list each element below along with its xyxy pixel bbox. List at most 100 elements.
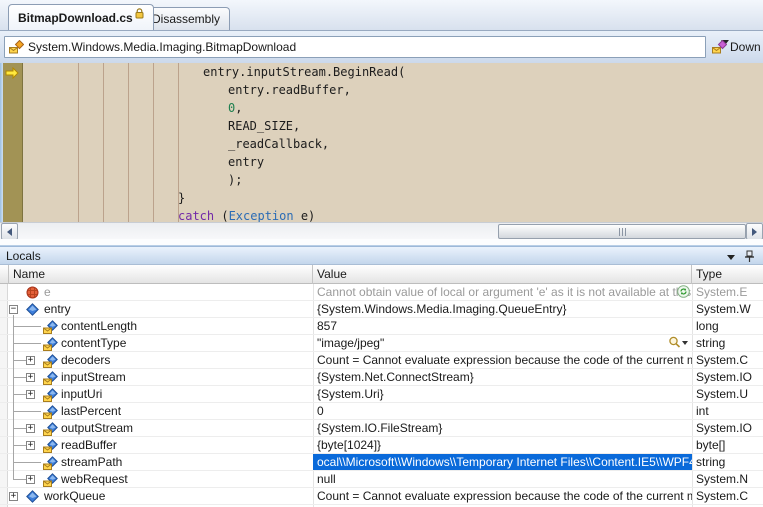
horizontal-scrollbar[interactable] <box>0 222 763 239</box>
expand-icon[interactable]: + <box>9 492 18 501</box>
code-editor[interactable]: entry.inputStream.BeginRead( entry.readBu… <box>0 63 763 222</box>
name-cell: + workQueue <box>9 488 313 504</box>
name-cell: − entry <box>9 301 313 317</box>
variable-name: streamPath <box>61 454 122 470</box>
navigation-bar: System.Windows.Media.Imaging.BitmapDownl… <box>0 30 763 63</box>
type-cell: System.C <box>692 488 763 504</box>
value-cell[interactable]: 857 <box>313 318 692 334</box>
scrollbar-thumb[interactable] <box>498 224 746 239</box>
type-cell: System.IO <box>692 420 763 436</box>
value-cell[interactable]: {System.Net.ConnectStream} <box>313 369 692 385</box>
private-field-icon <box>43 354 58 368</box>
expand-icon[interactable]: + <box>26 373 35 382</box>
tree-line <box>13 428 26 429</box>
lock-icon <box>135 8 144 19</box>
locals-row-inputStream[interactable]: +inputStream{System.Net.ConnectStream}Sy… <box>0 369 763 386</box>
name-cell: + decoders <box>9 352 313 368</box>
private-field-icon <box>43 388 58 402</box>
types-dropdown[interactable]: System.Windows.Media.Imaging.BitmapDownl… <box>4 36 706 58</box>
refresh-icon[interactable] <box>677 285 690 300</box>
locals-row-contentType[interactable]: contentType "image/jpeg"string <box>0 335 763 352</box>
type-cell: System.E <box>692 284 763 300</box>
value-cell[interactable]: {System.Windows.Media.Imaging.QueueEntry… <box>313 301 692 317</box>
window-position-menu-icon[interactable] <box>727 255 735 260</box>
code-line: entry.inputStream.BeginRead( <box>203 65 405 80</box>
locals-row-streamPath[interactable]: streamPath ocal\\Microsoft\\Windows\\Temp… <box>0 454 763 471</box>
expand-icon[interactable]: + <box>26 475 35 484</box>
right-arrow-icon <box>752 228 757 236</box>
type-cell: System.C <box>692 352 763 368</box>
expand-icon[interactable]: + <box>26 390 35 399</box>
column-header-type[interactable]: Type <box>692 265 763 284</box>
variable-name: contentType <box>61 335 126 351</box>
variable-name: entry <box>44 301 71 317</box>
locals-row-workQueue[interactable]: + workQueue Count = Cannot evaluate expres… <box>0 488 763 505</box>
type-cell: System.N <box>692 471 763 487</box>
tab-label: Disassembly <box>152 12 220 26</box>
value-cell[interactable]: 0 <box>313 403 692 419</box>
expand-icon[interactable]: + <box>26 424 35 433</box>
value-cell[interactable]: {byte[1024]} <box>313 437 692 453</box>
code-line: 0, <box>228 101 242 116</box>
tree-line <box>13 326 41 327</box>
code-line: } <box>178 191 185 206</box>
locals-row-outputStream[interactable]: +outputStream{System.IO.FileStream}Syste… <box>0 420 763 437</box>
value-cell[interactable]: Count = Cannot evaluate expression becau… <box>313 352 692 368</box>
locals-row-e[interactable]: e Cannot obtain value of local or argumen… <box>0 284 763 301</box>
document-tabstrip: BitmapDownload.cs Disassembly <box>0 0 763 30</box>
locals-row-decoders[interactable]: + decoders Count = Cannot evaluate express… <box>0 352 763 369</box>
scroll-right-button[interactable] <box>746 223 763 240</box>
type-cell: string <box>692 335 763 351</box>
value-cell[interactable]: Cannot obtain value of local or argument… <box>313 284 692 300</box>
column-header-value[interactable]: Value <box>313 265 692 284</box>
left-arrow-icon <box>7 228 12 236</box>
locals-row-readBuffer[interactable]: +readBuffer{byte[1024]}byte[] <box>0 437 763 454</box>
tab-disassembly[interactable]: Disassembly <box>142 7 230 30</box>
private-field-icon <box>43 473 58 487</box>
locals-grid-header: Name Value Type <box>0 265 763 284</box>
locals-row-inputUri[interactable]: +inputUri{System.Uri}System.U <box>0 386 763 403</box>
name-cell: contentType <box>9 335 313 351</box>
tab-bitmapdownload-cs[interactable]: BitmapDownload.cs <box>8 4 154 30</box>
text-visualizer-icon[interactable] <box>668 336 688 351</box>
locals-row-contentLength[interactable]: contentLength857long <box>0 318 763 335</box>
column-header-name[interactable]: Name <box>9 265 313 284</box>
expand-icon[interactable]: + <box>26 441 35 450</box>
pin-icon[interactable] <box>744 250 755 263</box>
type-cell: byte[] <box>692 437 763 453</box>
header-margin <box>0 265 9 284</box>
variable-name: e <box>44 284 51 300</box>
collapse-icon[interactable]: − <box>9 305 18 314</box>
indent-guide <box>103 63 104 222</box>
code-line: entry.readBuffer, <box>228 83 351 98</box>
class-icon <box>9 40 24 54</box>
value-cell[interactable]: {System.Uri} <box>313 386 692 402</box>
members-dropdown[interactable]: Down <box>712 36 763 58</box>
locals-titlebar[interactable]: Locals <box>0 246 763 265</box>
tree-line <box>13 394 26 395</box>
code-line: entry <box>228 155 264 170</box>
tree-line <box>13 411 41 412</box>
scroll-left-button[interactable] <box>1 223 18 240</box>
variable-name: webRequest <box>61 471 128 487</box>
value-cell[interactable]: {System.IO.FileStream} <box>313 420 692 436</box>
ide-window: BitmapDownload.cs Disassembly System.Win… <box>0 0 763 507</box>
name-cell: lastPercent <box>9 403 313 419</box>
local-variable-icon <box>26 490 39 504</box>
editor-bottom-gap <box>0 239 763 246</box>
variable-name: workQueue <box>44 488 105 504</box>
type-cell: int <box>692 403 763 419</box>
value-cell[interactable]: "image/jpeg" <box>313 335 692 351</box>
value-cell[interactable]: Count = Cannot evaluate expression becau… <box>313 488 692 504</box>
variable-name: inputStream <box>61 369 126 385</box>
name-cell: streamPath <box>9 454 313 470</box>
expand-icon[interactable]: + <box>26 356 35 365</box>
breakpoint-gutter[interactable] <box>3 63 23 222</box>
value-cell[interactable]: ocal\\Microsoft\\Windows\\Temporary Inte… <box>313 454 692 470</box>
variable-name: decoders <box>61 352 110 368</box>
error-variable-icon <box>26 286 39 300</box>
locals-row-entry[interactable]: − entry {System.Windows.Media.Imaging.Queu… <box>0 301 763 318</box>
locals-row-lastPercent[interactable]: lastPercent0int <box>0 403 763 420</box>
locals-row-webRequest[interactable]: + webRequest nullSystem.N <box>0 471 763 488</box>
value-cell[interactable]: null <box>313 471 692 487</box>
